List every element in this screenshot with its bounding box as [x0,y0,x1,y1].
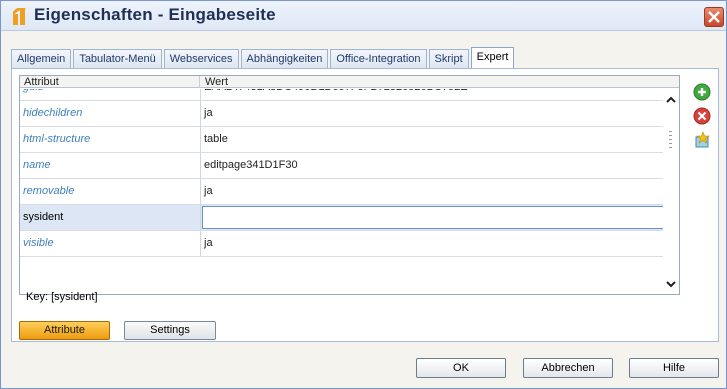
key-label: Key: [sysident] [26,291,98,303]
value-cell[interactable]: ja [202,179,663,204]
table-row[interactable]: guid EAA247431A3DC496D1D657F3FB72326526B… [20,89,663,101]
properties-dialog: Eigenschaften - Eingabeseite Allgemein T… [0,0,727,389]
tab-skript[interactable]: Skript [428,49,469,68]
value-edit-field[interactable] [202,206,663,229]
tab-office-integration[interactable]: Office-Integration [330,49,427,68]
table-row[interactable]: visible ja [20,231,663,257]
ok-button[interactable]: OK [416,358,506,378]
help-button[interactable]: Hilfe [629,358,719,378]
attribute-cell: html-structure [20,127,201,152]
attribute-cell: guid [20,89,201,100]
table-row-selected[interactable]: sysident [20,205,663,231]
table-row[interactable]: removable ja [20,179,663,205]
column-header-value[interactable]: Wert [201,76,679,88]
close-button[interactable] [704,7,724,27]
column-header-attribute[interactable]: Attribut [20,76,200,88]
tab-allgemein[interactable]: Allgemein [11,49,72,68]
attribute-cell: hidechildren [20,101,201,126]
attribute-cell: sysident [20,205,201,230]
scroll-up-icon[interactable] [666,95,676,105]
table-row[interactable]: hidechildren ja [20,101,663,127]
settings-button[interactable]: Settings [124,321,216,340]
cancel-button[interactable]: Abbrechen [523,358,613,378]
grid-header: Attribut Wert [20,76,679,88]
value-cell[interactable]: ja [202,231,663,256]
tab-webservices[interactable]: Webservices [163,49,239,68]
attribute-cell: visible [20,231,201,256]
add-icon[interactable] [693,83,711,101]
title-bar: Eigenschaften - Eingabeseite [1,1,726,31]
remove-icon[interactable] [693,107,711,125]
table-row[interactable]: name editpage341D1F30 [20,153,663,179]
vertical-scrollbar[interactable] [663,89,679,294]
tab-abhaengigkeiten[interactable]: Abhängigkeiten [240,49,329,68]
value-cell[interactable]: table [202,127,663,152]
tab-tabulator-menu[interactable]: Tabulator-Menü [73,49,162,68]
attribute-grid: Attribut Wert guid EAA247431A3DC496D1D65… [19,75,680,295]
close-icon [708,11,720,23]
window-title: Eigenschaften - Eingabeseite [34,5,276,24]
value-cell[interactable]: editpage341D1F30 [202,153,663,178]
app-logo-icon [13,8,26,25]
table-row[interactable]: html-structure table [20,127,663,153]
new-star-icon[interactable] [693,131,711,149]
tab-expert[interactable]: Expert [470,47,515,68]
scroll-thumb-grip-icon[interactable] [669,131,672,149]
tab-bar: Allgemein Tabulator-Menü Webservices Abh… [11,47,516,68]
scroll-down-icon[interactable] [666,279,676,289]
attribute-cell: removable [20,179,201,204]
expert-panel: Attribut Wert guid EAA247431A3DC496D1D65… [11,68,719,342]
value-cell[interactable]: ja [202,101,663,126]
value-cell[interactable]: EAA247431A3DC496D1D657F3FB72326526BC752E [202,89,663,100]
grid-body: guid EAA247431A3DC496D1D657F3FB72326526B… [20,89,663,294]
attribute-button[interactable]: Attribute [19,321,110,340]
attribute-cell: name [20,153,201,178]
value-cell [203,207,663,228]
